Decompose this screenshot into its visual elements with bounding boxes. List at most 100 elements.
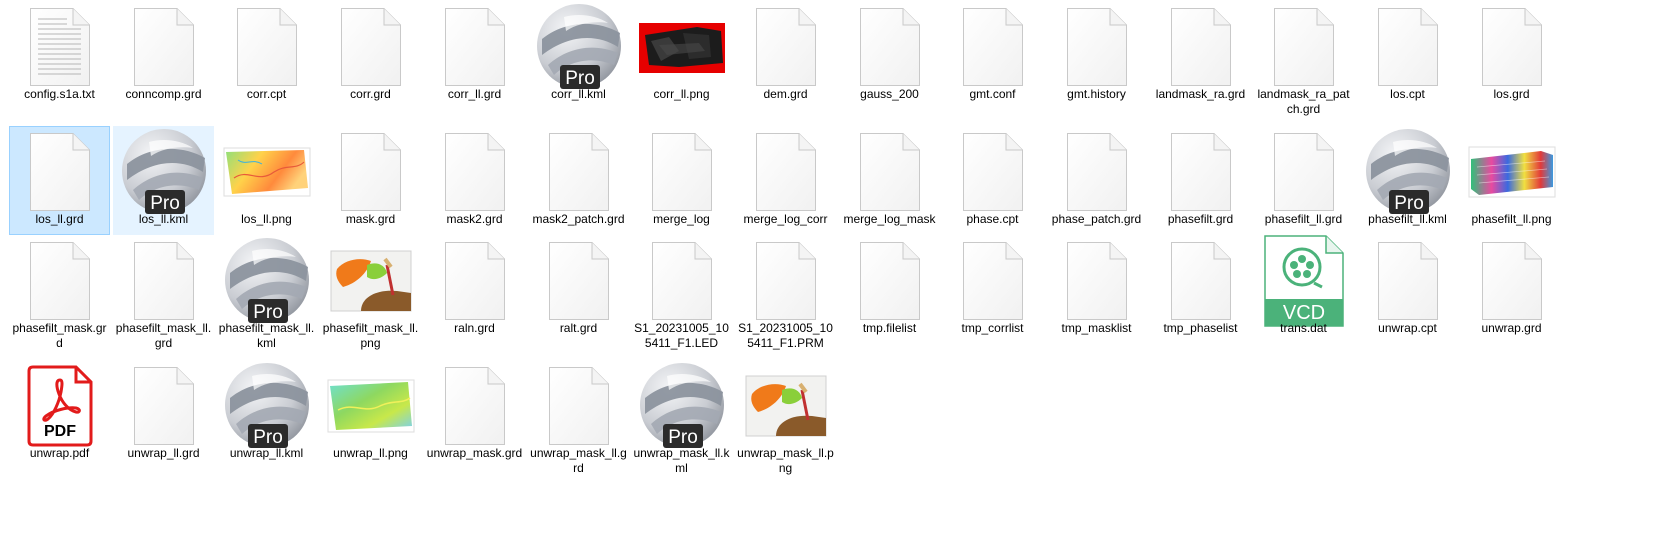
file-name-label: landmask_ra.grd bbox=[1155, 87, 1246, 101]
file-item[interactable]: VCD trans.dat bbox=[1253, 235, 1354, 355]
blank-file-icon bbox=[1151, 236, 1250, 326]
blank-file-icon bbox=[943, 2, 1042, 92]
file-item[interactable]: conncomp.grd bbox=[113, 1, 214, 121]
file-name-label: los.cpt bbox=[1390, 87, 1425, 101]
file-name-label: phase.cpt bbox=[966, 212, 1019, 226]
file-name-label: phasefilt.grd bbox=[1167, 212, 1234, 226]
file-name-label: los_ll.grd bbox=[35, 212, 84, 226]
file-name-label: gmt.conf bbox=[969, 87, 1016, 101]
blank-file-icon bbox=[736, 127, 835, 217]
file-name-label: mask2_patch.grd bbox=[532, 212, 625, 226]
file-name-label: config.s1a.txt bbox=[24, 87, 95, 101]
file-item[interactable]: phase_patch.grd bbox=[1046, 126, 1147, 246]
file-item[interactable]: unwrap_mask_ll.png bbox=[735, 360, 836, 480]
blank-file-icon bbox=[529, 236, 628, 326]
file-item[interactable]: phasefilt_mask_ll.png bbox=[320, 235, 421, 355]
image-thumbnail-paint bbox=[321, 236, 420, 326]
file-name-label: unwrap_mask_ll.grd bbox=[530, 446, 627, 475]
blank-file-icon bbox=[529, 361, 628, 451]
file-item[interactable]: phase.cpt bbox=[942, 126, 1043, 246]
file-item[interactable]: Pro phasefilt_ll.kml bbox=[1357, 126, 1458, 246]
file-item[interactable]: merge_log_mask bbox=[839, 126, 940, 246]
file-item[interactable]: merge_log bbox=[631, 126, 732, 246]
file-item[interactable]: los.cpt bbox=[1357, 1, 1458, 121]
file-item[interactable]: S1_20231005_105411_F1.PRM bbox=[735, 235, 836, 355]
blank-file-icon bbox=[1358, 2, 1457, 92]
file-item[interactable]: unwrap_mask_ll.grd bbox=[528, 360, 629, 480]
blank-file-icon bbox=[529, 127, 628, 217]
blank-file-icon bbox=[632, 127, 731, 217]
file-name-label: corr_ll.kml bbox=[551, 87, 606, 101]
file-item[interactable]: phasefilt_ll.png bbox=[1461, 126, 1562, 246]
image-thumbnail-paint bbox=[736, 361, 835, 451]
file-name-label: phasefilt_mask_ll.grd bbox=[115, 321, 212, 350]
blank-file-icon bbox=[114, 2, 213, 92]
file-item[interactable]: S1_20231005_105411_F1.LED bbox=[631, 235, 732, 355]
file-name-label: mask.grd bbox=[345, 212, 396, 226]
file-item[interactable]: phasefilt_mask.grd bbox=[9, 235, 110, 355]
file-item[interactable]: corr.grd bbox=[320, 1, 421, 121]
blank-file-icon bbox=[1047, 236, 1146, 326]
file-name-label: merge_log_corr bbox=[743, 212, 828, 226]
svg-text:Pro: Pro bbox=[253, 302, 283, 323]
file-name-label: tmp_phaselist bbox=[1163, 321, 1238, 335]
file-name-label: mask2.grd bbox=[446, 212, 503, 226]
file-item[interactable]: tmp_phaselist bbox=[1150, 235, 1251, 355]
file-item[interactable]: Pro corr_ll.kml bbox=[528, 1, 629, 121]
blank-file-icon bbox=[1462, 2, 1561, 92]
file-item[interactable]: Pro unwrap_mask_ll.kml bbox=[631, 360, 732, 480]
file-item[interactable]: dem.grd bbox=[735, 1, 836, 121]
file-item[interactable]: los_ll.png bbox=[216, 126, 317, 246]
file-item[interactable]: los.grd bbox=[1461, 1, 1562, 121]
file-item[interactable]: mask2_patch.grd bbox=[528, 126, 629, 246]
file-item[interactable]: gauss_200 bbox=[839, 1, 940, 121]
file-item[interactable]: los_ll.grd bbox=[9, 126, 110, 235]
file-item[interactable]: PDF unwrap.pdf bbox=[9, 360, 110, 480]
file-item[interactable]: corr.cpt bbox=[216, 1, 317, 121]
file-item[interactable]: config.s1a.txt bbox=[9, 1, 110, 121]
file-item[interactable]: corr_ll.grd bbox=[424, 1, 525, 121]
file-item[interactable]: Pro unwrap_ll.kml bbox=[216, 360, 317, 480]
google-earth-pro-icon: Pro bbox=[632, 361, 731, 451]
file-item[interactable]: landmask_ra_patch.grd bbox=[1253, 1, 1354, 121]
google-earth-pro-icon: Pro bbox=[529, 2, 628, 92]
file-item[interactable]: unwrap_mask.grd bbox=[424, 360, 525, 480]
file-name-label: phasefilt_mask_ll.kml bbox=[218, 321, 315, 350]
file-name-label: los.grd bbox=[1493, 87, 1530, 101]
file-name-label: tmp_corrlist bbox=[961, 321, 1024, 335]
file-name-label: phasefilt_mask_ll.png bbox=[322, 321, 419, 350]
file-item[interactable]: Pro phasefilt_mask_ll.kml bbox=[216, 235, 317, 355]
google-earth-pro-icon: Pro bbox=[1358, 127, 1457, 217]
file-item[interactable]: phasefilt.grd bbox=[1150, 126, 1251, 246]
svg-text:Pro: Pro bbox=[668, 427, 698, 448]
file-name-label: phase_patch.grd bbox=[1051, 212, 1142, 226]
file-item[interactable]: phasefilt_mask_ll.grd bbox=[113, 235, 214, 355]
file-item[interactable]: unwrap.cpt bbox=[1357, 235, 1458, 355]
blank-file-icon bbox=[943, 236, 1042, 326]
file-item[interactable]: gmt.history bbox=[1046, 1, 1147, 121]
file-item[interactable]: tmp.filelist bbox=[839, 235, 940, 355]
file-item[interactable]: corr_ll.png bbox=[631, 1, 732, 121]
file-item[interactable]: raln.grd bbox=[424, 235, 525, 355]
file-name-label: corr_ll.grd bbox=[447, 87, 502, 101]
file-item[interactable]: gmt.conf bbox=[942, 1, 1043, 121]
svg-text:Pro: Pro bbox=[253, 427, 283, 448]
file-item[interactable]: mask2.grd bbox=[424, 126, 525, 246]
file-item[interactable]: mask.grd bbox=[320, 126, 421, 246]
blank-file-icon bbox=[1047, 2, 1146, 92]
file-item[interactable]: unwrap.grd bbox=[1461, 235, 1562, 355]
file-name-label: unwrap_ll.png bbox=[333, 446, 408, 460]
file-item[interactable]: landmask_ra.grd bbox=[1150, 1, 1251, 121]
blank-file-icon bbox=[1151, 2, 1250, 92]
blank-file-icon bbox=[425, 2, 524, 92]
file-item[interactable]: phasefilt_ll.grd bbox=[1253, 126, 1354, 246]
file-item[interactable]: ralt.grd bbox=[528, 235, 629, 355]
blank-file-icon bbox=[1254, 2, 1353, 92]
file-item[interactable]: merge_log_corr bbox=[735, 126, 836, 246]
file-item[interactable]: tmp_corrlist bbox=[942, 235, 1043, 355]
blank-file-icon bbox=[736, 236, 835, 326]
file-item[interactable]: tmp_masklist bbox=[1046, 235, 1147, 355]
file-item[interactable]: unwrap_ll.png bbox=[320, 360, 421, 480]
file-item[interactable]: Pro los_ll.kml bbox=[113, 126, 214, 235]
file-item[interactable]: unwrap_ll.grd bbox=[113, 360, 214, 480]
